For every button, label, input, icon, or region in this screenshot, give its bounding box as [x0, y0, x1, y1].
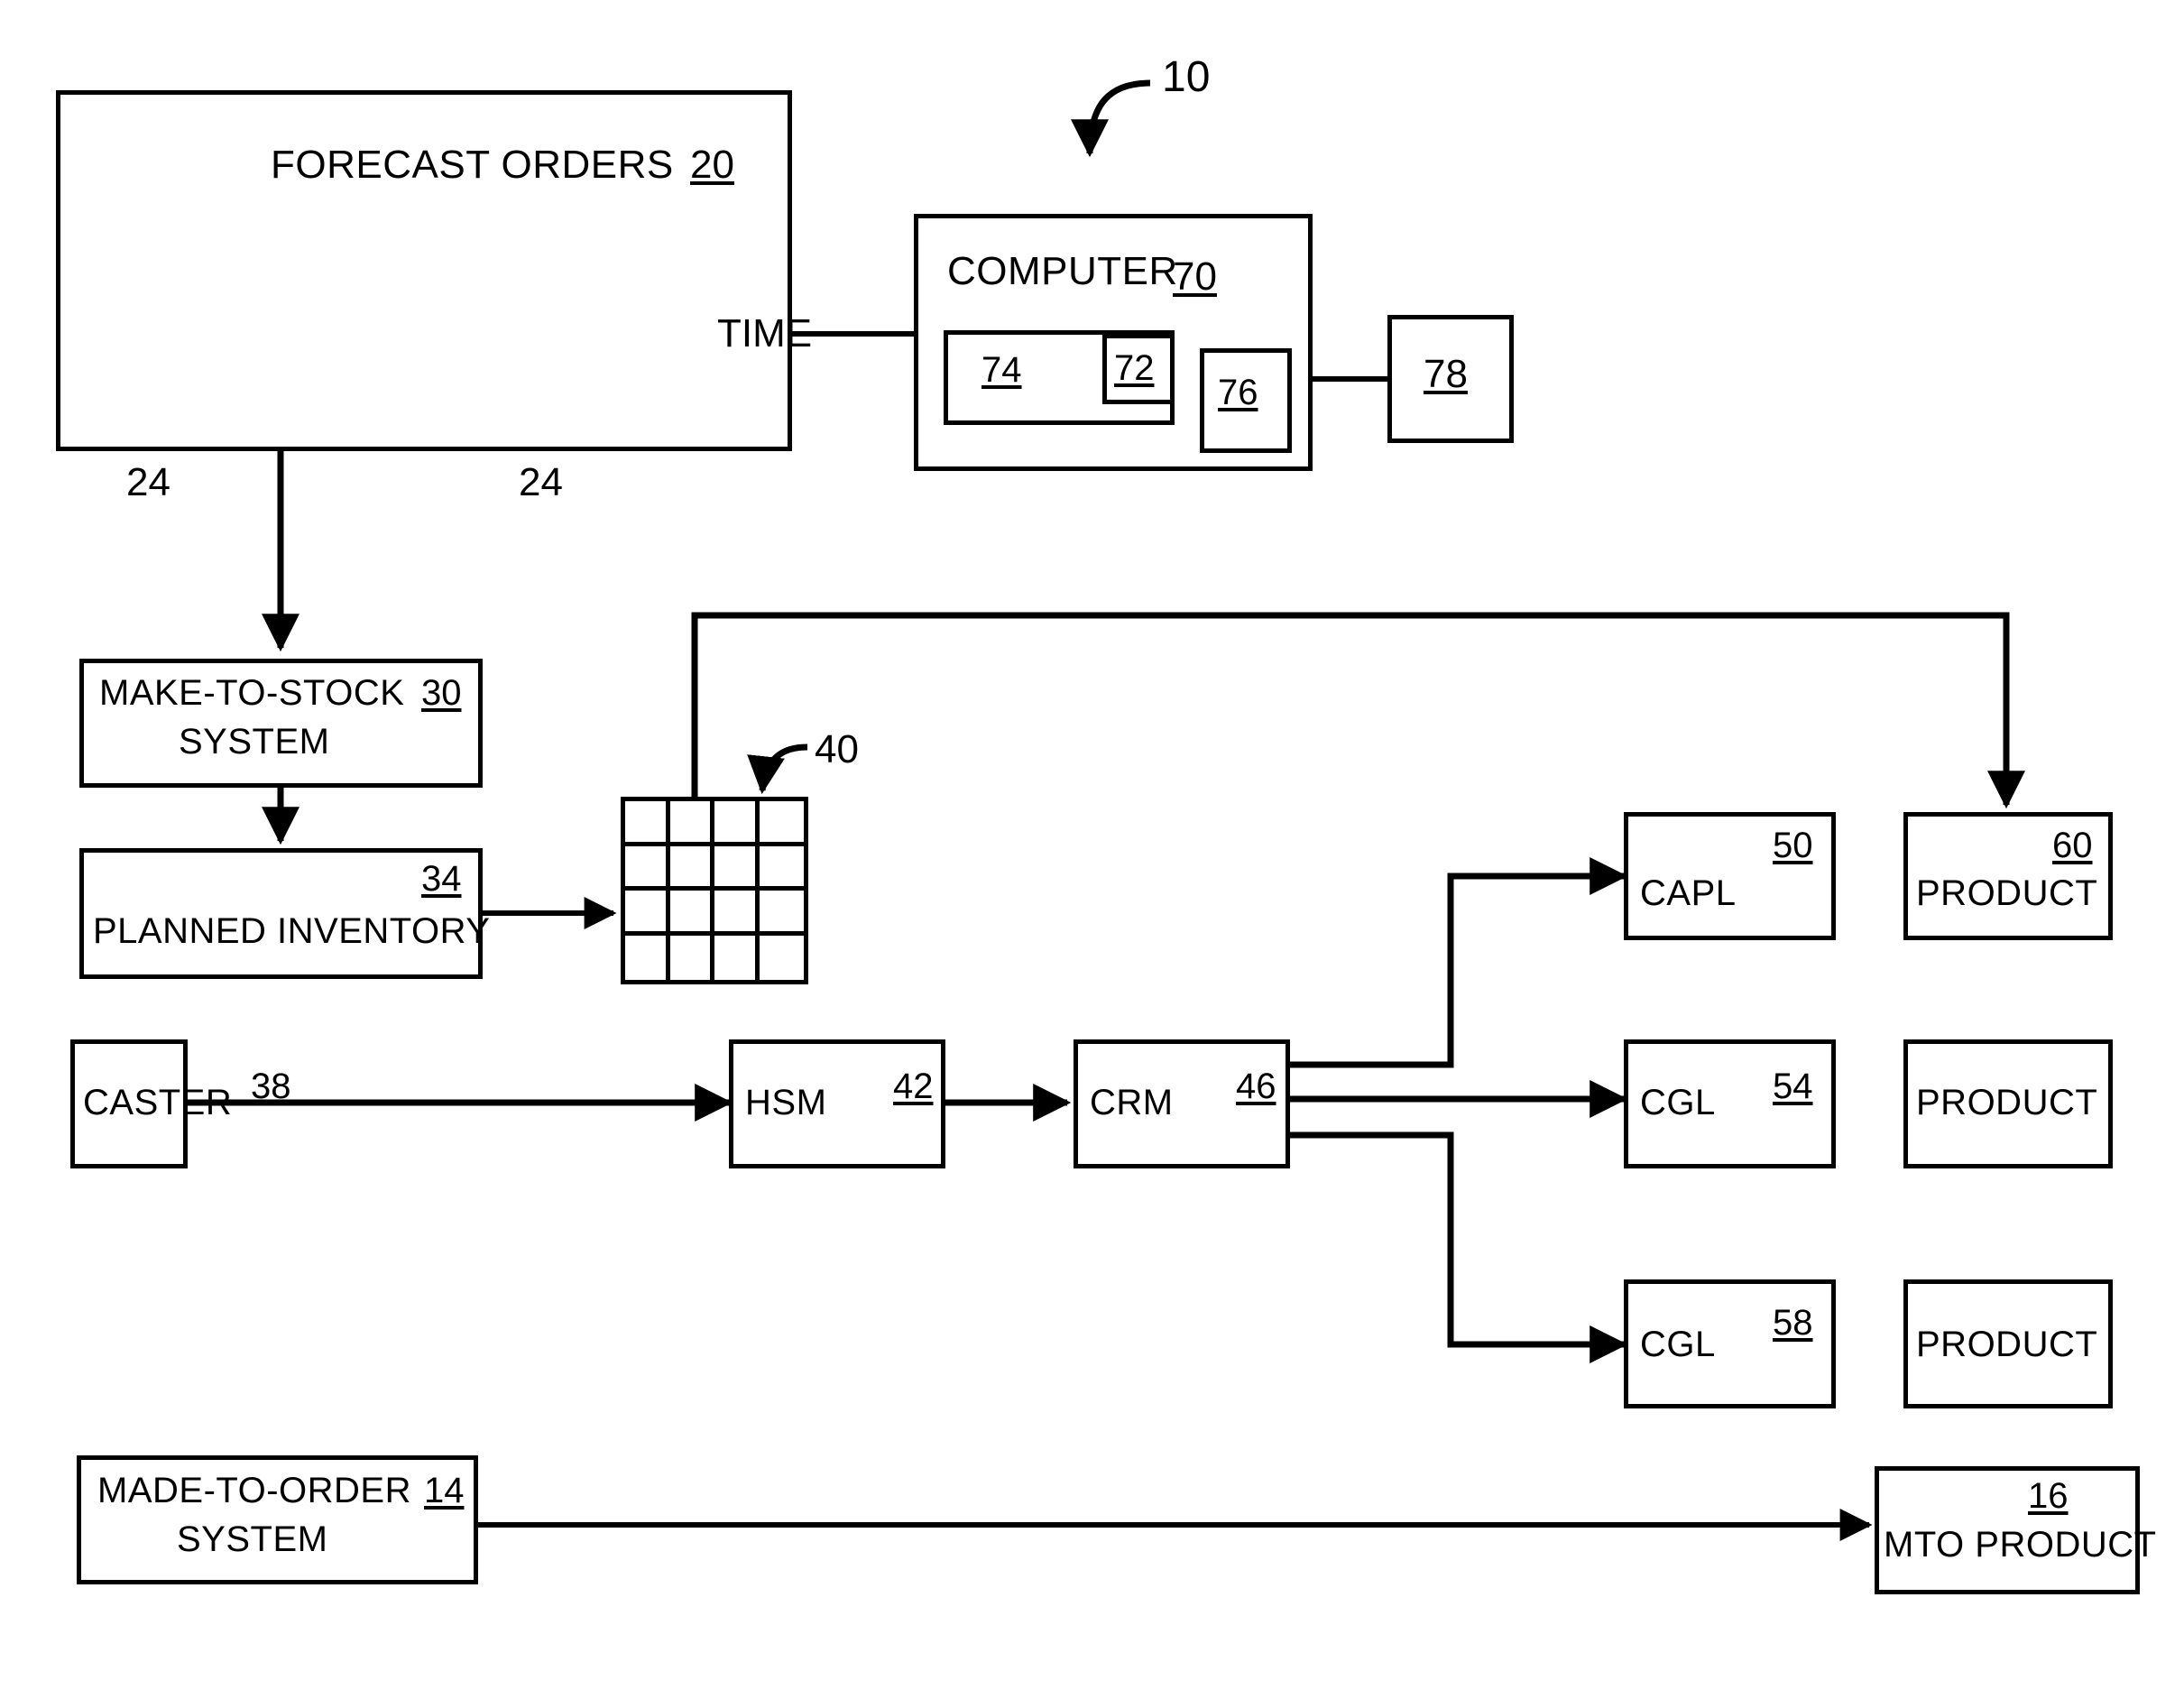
system-ref-10: 10: [1162, 53, 1211, 101]
matrix-cell: [669, 845, 714, 891]
patent-figure-canvas: FORECAST ORDERS 20 TIME 24 24 10 COMPUTE…: [0, 0, 2184, 1699]
forecast-orders-ref: 20: [690, 143, 734, 187]
forecast-orders-title: FORECAST ORDERS: [271, 143, 674, 187]
forecast-curve-ref-left: 24: [126, 460, 170, 504]
matrix-ref-40: 40: [815, 727, 859, 771]
product-60-ref: 60: [2052, 826, 2093, 865]
hsm-ref: 42: [893, 1066, 934, 1106]
product-60-label: PRODUCT: [1916, 873, 2098, 913]
matrix-cell: [669, 891, 714, 936]
capl-label: CAPL: [1640, 873, 1737, 913]
planned-inventory-ref: 34: [421, 859, 462, 899]
make-to-stock-ref: 30: [421, 673, 462, 713]
line-crm-to-capl: [1290, 857, 1628, 1068]
forecast-time-axis-label: TIME: [717, 311, 813, 355]
matrix-cell: [759, 801, 804, 846]
matrix-cell: [670, 935, 714, 980]
matrix-cell: [714, 801, 760, 846]
mto-product-ref: 16: [2028, 1476, 2069, 1516]
caster-label: CASTER: [83, 1083, 233, 1122]
capl-ref: 50: [1773, 826, 1813, 865]
make-to-stock-line2: SYSTEM: [179, 722, 330, 762]
matrix-cell: [625, 935, 670, 980]
product-mid-label: PRODUCT: [1916, 1083, 2098, 1122]
crm-ref: 46: [1236, 1066, 1276, 1106]
computer-module-72-ref: 72: [1114, 348, 1155, 388]
product-low-label: PRODUCT: [1916, 1325, 2098, 1364]
forecast-curve-ref-right: 24: [519, 460, 563, 504]
matrix-cell: [714, 935, 760, 980]
make-to-stock-line1: MAKE-TO-STOCK: [99, 673, 405, 713]
line-crm-to-cgl58: [1290, 1131, 1628, 1363]
peripheral-78-ref: 78: [1424, 352, 1468, 396]
computer-title: COMPUTER: [947, 249, 1178, 293]
matrix-cell: [759, 846, 804, 891]
matrix-cell: [625, 801, 670, 846]
cgl-54-ref: 54: [1773, 1066, 1813, 1106]
cgl-58-ref: 58: [1773, 1303, 1813, 1343]
leader-40: [747, 743, 808, 795]
made-to-order-line2: SYSTEM: [177, 1519, 328, 1559]
planned-inventory-label: PLANNED INVENTORY: [93, 911, 491, 951]
matrix-cell: [714, 891, 760, 936]
matrix-cell: [625, 845, 670, 891]
line-matrix-to-product60: [691, 612, 2025, 809]
made-to-order-line1: MADE-TO-ORDER: [97, 1471, 411, 1510]
computer-module-76-ref: 76: [1218, 373, 1258, 412]
matrix-cell: [625, 891, 670, 936]
computer-ref: 70: [1173, 254, 1217, 299]
computer-module-74-ref: 74: [981, 350, 1022, 390]
cgl-54-label: CGL: [1640, 1083, 1716, 1122]
leader-10: [1071, 79, 1151, 158]
caster-ref: 38: [251, 1066, 291, 1106]
hsm-label: HSM: [745, 1083, 827, 1122]
crm-label: CRM: [1090, 1083, 1174, 1122]
matrix-cell: [714, 845, 760, 891]
matrix-cell: [759, 891, 804, 936]
mto-product-label: MTO PRODUCT: [1884, 1525, 2157, 1565]
matrix-cell: [669, 801, 714, 846]
matrix-cell: [760, 936, 805, 981]
cgl-58-label: CGL: [1640, 1325, 1716, 1364]
made-to-order-ref: 14: [424, 1471, 465, 1510]
capability-matrix-40[interactable]: [621, 797, 808, 984]
